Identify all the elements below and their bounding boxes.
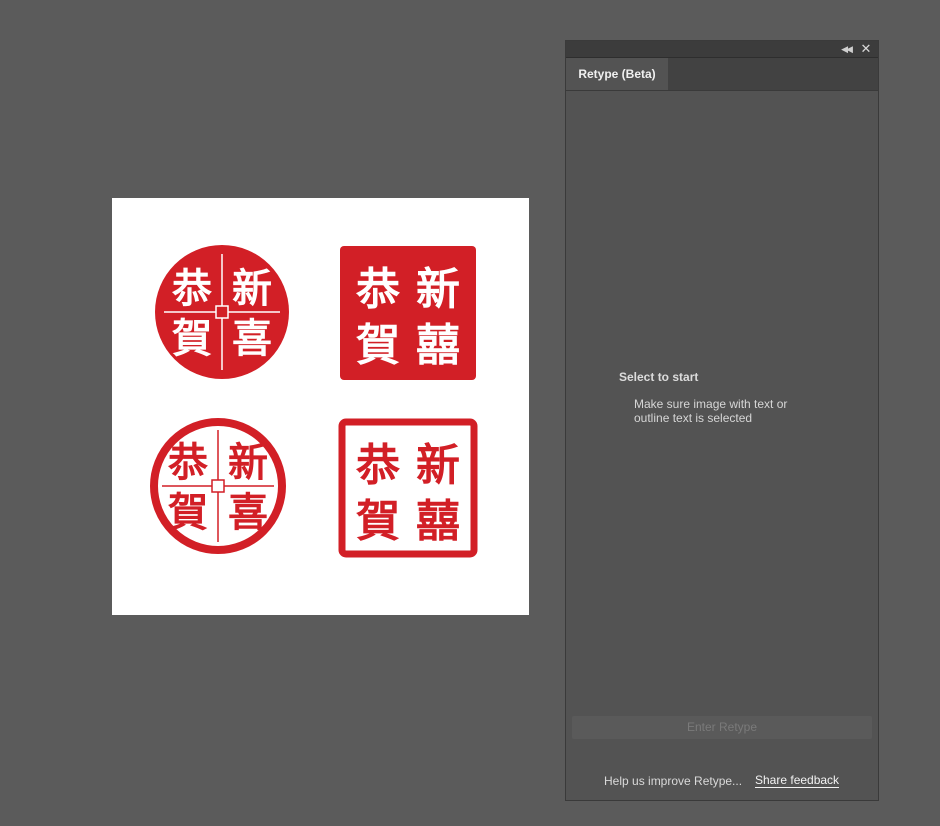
retype-panel: ◀◀ ✕ Retype (Beta) Select to start Make … [565, 40, 879, 801]
close-icon[interactable]: ✕ [859, 42, 873, 56]
seal-square-outline[interactable]: 新 囍 恭 賀 [338, 418, 478, 558]
help-improve-text: Help us improve Retype... [604, 774, 743, 788]
double-chevron-left-icon[interactable]: ◀◀ [840, 43, 853, 55]
share-feedback-link[interactable]: Share feedback [755, 773, 840, 788]
empty-state-description: Make sure image with text or outline tex… [634, 397, 788, 425]
seal-square-filled[interactable]: 新 囍 恭 賀 [338, 242, 478, 382]
seal-char: 囍 [416, 320, 460, 371]
seal-char: 囍 [416, 496, 460, 547]
seal-char: 新 [416, 264, 460, 315]
seal-char: 賀 [356, 496, 400, 547]
panel-tabbar: Retype (Beta) [566, 58, 878, 91]
seal-char: 新 [228, 439, 268, 486]
seal-char: 恭 [355, 440, 400, 491]
seal-circle-filled[interactable]: 新 喜 恭 賀 [152, 242, 292, 382]
empty-state-title: Select to start [619, 370, 699, 384]
seal-char: 喜 [228, 489, 268, 536]
seal-char: 喜 [232, 315, 272, 362]
seal-char: 賀 [172, 315, 212, 362]
panel-header-bar[interactable]: ◀◀ ✕ [566, 41, 878, 58]
artboard[interactable]: 新 喜 恭 賀 新 囍 恭 賀 新 喜 恭 賀 新 囍 恭 賀 [112, 198, 529, 615]
seal-char: 賀 [356, 320, 400, 371]
seal-char: 新 [232, 265, 272, 312]
seal-circle-outline[interactable]: 新 喜 恭 賀 [148, 416, 288, 556]
seal-char: 賀 [168, 489, 208, 536]
tab-retype[interactable]: Retype (Beta) [566, 58, 668, 90]
seal-char: 恭 [355, 264, 400, 315]
seal-char: 新 [416, 440, 460, 491]
seal-char: 恭 [171, 265, 212, 312]
enter-retype-button[interactable]: Enter Retype [572, 716, 872, 739]
seal-char: 恭 [167, 439, 208, 486]
